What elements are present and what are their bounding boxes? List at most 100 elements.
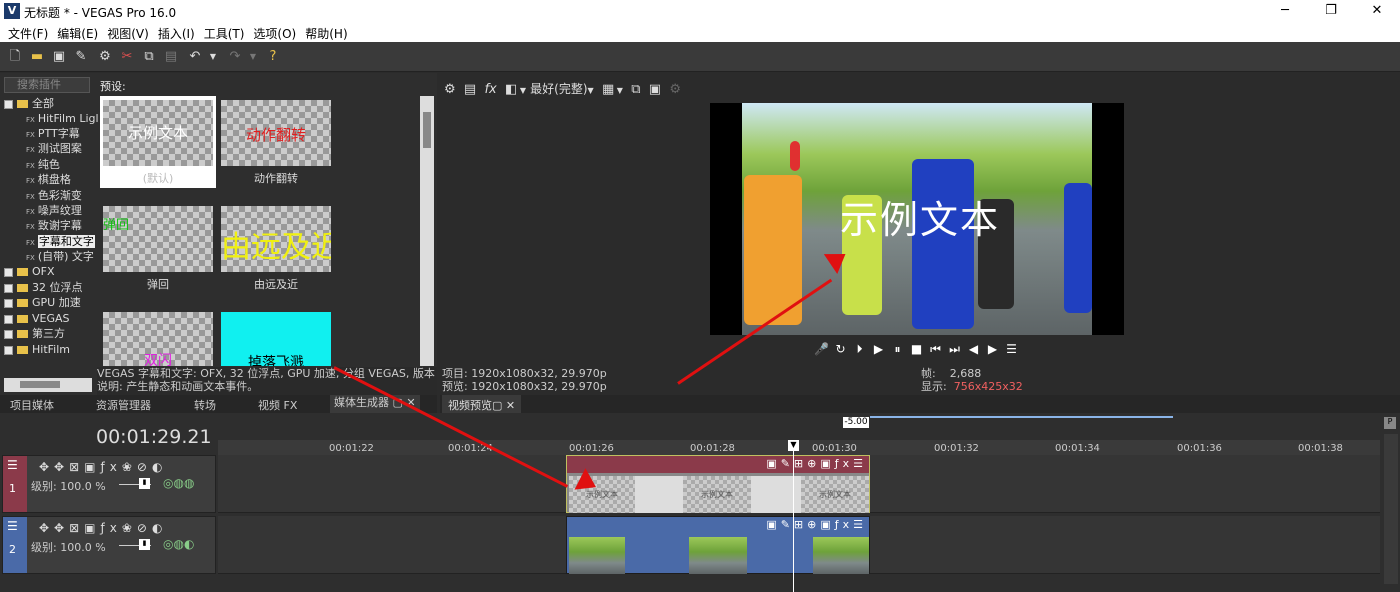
dropdown-arrow-icon[interactable]: ▼ [588, 86, 594, 95]
prev-frame-icon[interactable]: ◀ [964, 342, 983, 356]
dropdown-arrow-icon[interactable]: ▼ [614, 86, 623, 95]
preset-double-flash[interactable]: 双闪 [100, 308, 216, 366]
preset-zoom-in[interactable]: 由远及近 由远及近 [218, 202, 334, 294]
tree-root-all[interactable]: 全部 [4, 96, 54, 111]
paste-icon[interactable]: ▤ [162, 48, 180, 66]
video-event-clip[interactable]: ▣✎⊞⊕▣ƒx☰ [566, 516, 870, 574]
level-slider-thumb[interactable]: ▮ [139, 478, 150, 489]
minimize-button[interactable]: ─ [1262, 0, 1308, 22]
menu-insert[interactable]: 插入(I) [156, 22, 202, 42]
copy-icon[interactable]: ⧉ [140, 48, 158, 66]
timeline-vertical-scrollbar[interactable] [1384, 434, 1398, 584]
preset-bounce[interactable]: 弹回 弹回 [100, 202, 216, 294]
scroll-thumb[interactable] [20, 381, 60, 388]
tree-fx-item[interactable]: FX 棋盘格 [26, 172, 71, 187]
menu-file[interactable]: 文件(F) [6, 22, 55, 42]
scroll-thumb[interactable] [423, 112, 431, 148]
video-fx-icon[interactable]: fx [484, 82, 496, 97]
timeline-pin-icon[interactable]: P [1384, 417, 1396, 429]
help-cursor-icon[interactable]: ? [264, 48, 282, 66]
reset-icon[interactable]: ⚙ [669, 82, 681, 97]
plugin-search-input[interactable]: 搜索插件 [4, 77, 90, 93]
rate-slider-track[interactable] [870, 416, 1173, 418]
device-icon[interactable]: ▤ [464, 82, 476, 97]
preview-settings-gear-icon[interactable]: ⚙ [444, 82, 456, 97]
tree-folder[interactable]: 32 位浮点 [4, 280, 83, 295]
tree-fx-item[interactable]: FX 致谢字幕 [26, 218, 82, 233]
tab-video-preview[interactable]: 视频预览▢ ✕ [442, 395, 522, 413]
tree-horizontal-scrollbar[interactable] [4, 378, 92, 392]
track-menu-icon[interactable]: ☰ [7, 458, 18, 472]
properties-gear-icon[interactable]: ⚙ [96, 48, 114, 66]
tree-fx-item[interactable]: FX 纯色 [26, 157, 60, 172]
new-file-icon[interactable]: 🗋 [6, 48, 24, 66]
open-folder-icon[interactable]: ▬ [28, 48, 46, 66]
presets-vertical-scrollbar[interactable] [420, 96, 434, 366]
next-frame-icon[interactable]: ▶ [983, 342, 1002, 356]
tree-fx-item[interactable]: FX 测试图案 [26, 141, 82, 156]
preset-flip[interactable]: 动作翻转 动作翻转 [218, 96, 334, 188]
tree-fx-item[interactable]: FX HitFilm Ligl [26, 111, 99, 126]
tree-folder[interactable]: HitFilm [4, 342, 70, 357]
track-lane-2[interactable]: ▣✎⊞⊕▣ƒx☰ [218, 516, 1380, 574]
playhead-marker-icon[interactable]: ▼ [788, 440, 799, 451]
tree-folder[interactable]: GPU 加速 [4, 295, 81, 310]
save-as-icon[interactable]: ✎ [72, 48, 90, 66]
dropdown-arrow-icon[interactable]: ▼ [517, 86, 526, 95]
menu-options[interactable]: 选项(O) [251, 22, 303, 42]
track-header-icons[interactable]: ✥✥⊠▣ƒx❀⊘◐ [39, 460, 167, 474]
tree-fx-item[interactable]: FX 噪声纹理 [26, 203, 82, 218]
clip-fx-icons[interactable]: ▣✎⊞⊕▣ƒx☰ [766, 518, 867, 531]
preset-drop-splash[interactable]: 掉落飞溅 [218, 308, 334, 366]
menu-help[interactable]: 帮助(H) [303, 22, 354, 42]
track-header-1[interactable]: ☰ 1 ✥✥⊠▣ƒx❀⊘◐ 级别: 100.0 % ▮ ◎◍◍ [2, 455, 216, 513]
track-header-2[interactable]: ☰ 2 ✥✥⊠▣ƒx❀⊘◐ 级别: 100.0 % ▮ ◎◍◐ [2, 516, 216, 574]
tab-video-fx[interactable]: 视频 FX [258, 397, 297, 413]
menu-view[interactable]: 视图(V) [105, 22, 156, 42]
tab-project-media[interactable]: 项目媒体 [10, 397, 54, 413]
save-icon[interactable]: ▣ [50, 48, 68, 66]
text-event-clip[interactable]: ▣✎⊞⊕▣ƒx☰ 示例文本 示例文本 示例文本 [566, 455, 870, 513]
loop-icon[interactable]: ↻ [831, 342, 850, 356]
compositing-icons[interactable]: ◎◍◍ [163, 476, 194, 490]
save-snapshot-icon[interactable]: ▣ [649, 82, 661, 97]
tree-folder[interactable]: 第三方 [4, 326, 65, 341]
menu-icon[interactable]: ☰ [1002, 342, 1021, 356]
maximize-button[interactable]: ❐ [1308, 0, 1354, 22]
compositing-icons[interactable]: ◎◍◐ [163, 537, 194, 551]
tab-explorer[interactable]: 资源管理器 [96, 397, 151, 413]
menu-edit[interactable]: 编辑(E) [55, 22, 105, 42]
undo-icon[interactable]: ↶ [186, 48, 204, 66]
tree-fx-item[interactable]: FX (自带) 文字 [26, 249, 94, 264]
redo-icon[interactable]: ↷ [226, 48, 244, 66]
track-header-icons[interactable]: ✥✥⊠▣ƒx❀⊘◐ [39, 521, 167, 535]
level-slider-thumb[interactable]: ▮ [139, 539, 150, 550]
play-icon[interactable]: ▶ [869, 342, 888, 356]
tree-fx-item[interactable]: FX PTT字幕 [26, 126, 80, 141]
tab-transitions[interactable]: 转场 [194, 397, 216, 413]
preset-default[interactable]: 示例文本 (默认) [100, 96, 216, 188]
copy-snapshot-icon[interactable]: ⧉ [631, 82, 640, 97]
record-icon[interactable]: 🎤 [812, 342, 831, 356]
go-to-start-icon[interactable]: ⏮ [926, 342, 945, 357]
track-lane-1[interactable]: ▣✎⊞⊕▣ƒx☰ 示例文本 示例文本 示例文本 [218, 455, 1380, 513]
menu-tools[interactable]: 工具(T) [202, 22, 252, 42]
playback-rate[interactable]: -5.00 [843, 417, 869, 428]
overlays-grid-icon[interactable]: ▦ [602, 82, 614, 97]
tree-fx-item-selected[interactable]: FX 字幕和文字 [26, 234, 95, 249]
tree-folder[interactable]: OFX [4, 264, 55, 279]
play-from-start-icon[interactable]: ⏵ [850, 342, 869, 357]
playhead-cursor[interactable] [793, 440, 794, 592]
track-menu-icon[interactable]: ☰ [7, 519, 18, 533]
tree-folder[interactable]: VEGAS [4, 311, 70, 326]
quality-dropdown[interactable]: 最好(完整) [530, 82, 587, 96]
cut-icon[interactable]: ✂ [118, 48, 136, 66]
split-screen-icon[interactable]: ◧ [505, 82, 517, 97]
undo-dropdown-icon[interactable]: ▼ [204, 48, 222, 66]
stop-icon[interactable]: ■ [907, 342, 926, 356]
pause-icon[interactable]: ⏸ [888, 342, 907, 357]
redo-dropdown-icon[interactable]: ▼ [244, 48, 262, 66]
close-button[interactable]: ✕ [1354, 0, 1400, 22]
tree-fx-item[interactable]: FX 色彩渐变 [26, 188, 82, 203]
clip-fx-icons[interactable]: ▣✎⊞⊕▣ƒx☰ [766, 457, 867, 470]
